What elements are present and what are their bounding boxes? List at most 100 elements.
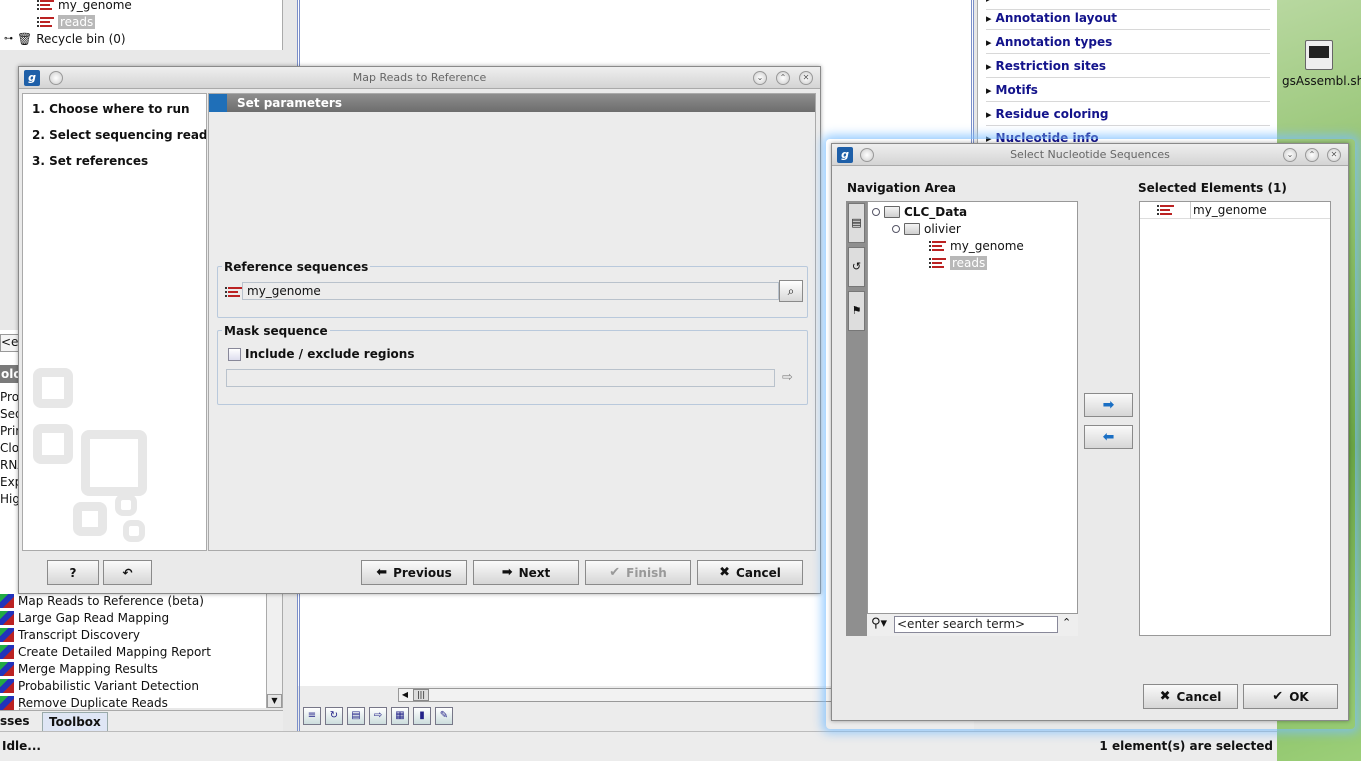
cancel-button[interactable]: ✖ Cancel <box>1143 684 1238 709</box>
decorative-square <box>123 520 145 542</box>
cancel-button[interactable]: ✖ Cancel <box>697 560 803 585</box>
tree-item-reads[interactable]: reads <box>37 13 96 30</box>
step-select-reads: 2. Select sequencing reads <box>32 128 207 142</box>
minimize-icon[interactable]: ⌄ <box>1283 148 1297 162</box>
history-tab-icon[interactable]: ↺ <box>848 247 865 287</box>
expand-toggle-icon[interactable]: ⊶ <box>4 34 13 44</box>
panel-tab-header[interactable]: olo <box>0 365 20 383</box>
collapse-icon[interactable]: ⌃ <box>1062 616 1071 629</box>
vertical-scrollbar[interactable]: ▼ <box>266 592 282 708</box>
minimize-icon[interactable]: ⌄ <box>753 71 767 85</box>
tool-icon <box>0 661 14 676</box>
remove-from-selection-button[interactable]: ⬅ <box>1084 425 1133 449</box>
close-icon[interactable]: ✕ <box>799 71 813 85</box>
truncated-label: Prot <box>0 390 20 404</box>
side-item-annotation-types[interactable]: Annotation types <box>986 30 1270 54</box>
table-view-icon[interactable]: ▦ <box>391 707 409 725</box>
sequence-icon <box>1157 205 1174 215</box>
browse-search-icon[interactable]: ⌕ <box>779 280 803 302</box>
side-item-motifs[interactable]: Motifs <box>986 78 1270 102</box>
dialog-titlebar[interactable]: g Map Reads to Reference ⌄ ⌃ ✕ <box>19 67 820 89</box>
status-text: Idle... <box>2 739 41 753</box>
expand-toggle-icon[interactable] <box>872 207 880 216</box>
tree-item-reads[interactable]: reads <box>929 254 988 271</box>
toolbox-item[interactable]: Transcript Discovery <box>0 626 140 643</box>
toolbox-item[interactable]: Remove Duplicate Reads <box>0 694 168 711</box>
next-button[interactable]: ➡ Next <box>473 560 579 585</box>
tree-item-label: olivier <box>924 221 961 236</box>
tree-item-label: reads <box>950 255 988 270</box>
flag-tab-icon[interactable]: ⚑ <box>848 291 865 331</box>
include-exclude-checkbox[interactable] <box>228 348 241 361</box>
selected-elements-list: my_genome <box>1139 201 1331 636</box>
tree-item-clc-data[interactable]: CLC_Data <box>872 203 967 220</box>
scroll-left-icon[interactable]: ◀ <box>399 689 411 701</box>
sequence-icon <box>37 0 54 10</box>
arrow-right-icon: ➡ <box>1102 397 1115 413</box>
select-sequences-dialog: g Select Nucleotide Sequences ⌄ ⌃ ✕ Navi… <box>831 143 1349 721</box>
arrow-right-icon[interactable]: ⇨ <box>782 370 793 385</box>
annotation-view-icon[interactable]: ⇨ <box>369 707 387 725</box>
navigation-area-label: Navigation Area <box>847 181 957 195</box>
reference-field[interactable]: my_genome <box>242 282 779 300</box>
maximize-icon[interactable]: ⌃ <box>1305 148 1319 162</box>
close-icon[interactable]: ✕ <box>1327 148 1341 162</box>
mask-field[interactable] <box>226 369 775 387</box>
toolbox-item[interactable]: Probabilistic Variant Detection <box>0 677 199 694</box>
help-button[interactable]: ? <box>47 560 99 585</box>
tree-item-label: reads <box>58 14 96 29</box>
sequence-view-icon[interactable]: ≡ <box>303 707 321 725</box>
tree-item-recycle-bin[interactable]: ⊶ 🗑 Recycle bin (0) <box>4 30 126 47</box>
expand-toggle-icon[interactable] <box>892 224 900 233</box>
tab-toolbox[interactable]: Toolbox <box>42 712 108 731</box>
tree-item-olivier[interactable]: olivier <box>892 220 961 237</box>
side-item-residue-coloring[interactable]: Residue coloring <box>986 102 1270 126</box>
tool-icon <box>0 627 14 642</box>
side-item-annotation-layout[interactable]: Annotation layout <box>986 6 1270 30</box>
circular-view-icon[interactable]: ↻ <box>325 707 343 725</box>
truncated-field[interactable]: <e <box>0 334 20 352</box>
group-title: Reference sequences <box>222 260 371 274</box>
ok-button[interactable]: ✔ OK <box>1243 684 1338 709</box>
cross-icon: ✖ <box>1159 689 1171 704</box>
dialog-titlebar[interactable]: g Select Nucleotide Sequences ⌄ ⌃ ✕ <box>832 144 1348 166</box>
tree-item-my-genome[interactable]: my_genome <box>929 237 1024 254</box>
sequence-icon <box>37 16 54 27</box>
search-icon[interactable]: ⚲▾ <box>871 616 887 631</box>
cross-icon: ✖ <box>719 565 731 580</box>
tree-item-my-genome[interactable]: my_genome <box>37 0 132 13</box>
toolbox-item[interactable]: Create Detailed Mapping Report <box>0 643 211 660</box>
decorative-square <box>81 430 147 496</box>
wizard-content: Set parameters Reference sequences my_ge… <box>208 93 816 551</box>
toolbox-item[interactable]: Map Reads to Reference (beta) <box>0 592 204 609</box>
reset-button[interactable]: ↶ <box>103 560 152 585</box>
arrow-left-icon: ⬅ <box>1102 429 1115 445</box>
mask-sequence-group: Mask sequence Include / exclude regions … <box>217 324 808 405</box>
finish-button[interactable]: ✔ Finish <box>585 560 691 585</box>
sequence-icon <box>929 240 946 251</box>
side-item-restriction-sites[interactable]: Restriction sites <box>986 54 1270 78</box>
previous-button[interactable]: ⬅ Previous <box>361 560 467 585</box>
book-view-icon[interactable]: ▮ <box>413 707 431 725</box>
toolbox-item[interactable]: Large Gap Read Mapping <box>0 609 169 626</box>
tab-processes[interactable]: sses <box>0 712 36 731</box>
folders-tab-icon[interactable]: ▤ <box>848 203 865 243</box>
map-reads-dialog: g Map Reads to Reference ⌄ ⌃ ✕ 1. Choose… <box>18 66 821 594</box>
search-input[interactable]: <enter search term> <box>894 616 1058 633</box>
step-choose-where: 1. Choose where to run <box>32 102 190 116</box>
scroll-thumb[interactable]: ||| <box>413 689 429 701</box>
terminal-icon[interactable] <box>1305 40 1333 70</box>
list-item[interactable]: my_genome <box>1140 202 1330 219</box>
text-view-icon[interactable]: ▤ <box>347 707 365 725</box>
arrow-right-icon: ➡ <box>501 565 513 580</box>
bottom-tabs: sses Toolbox <box>0 710 283 731</box>
arrow-left-icon: ⬅ <box>376 565 388 580</box>
truncated-label: Prim <box>0 424 20 438</box>
dialog-title: Select Nucleotide Sequences <box>1010 148 1170 161</box>
add-to-selection-button[interactable]: ➡ <box>1084 393 1133 417</box>
history-view-icon[interactable]: ✎ <box>435 707 453 725</box>
maximize-icon[interactable]: ⌃ <box>776 71 790 85</box>
toolbox-list: Map Reads to Reference (beta) Large Gap … <box>0 592 283 711</box>
toolbox-item[interactable]: Merge Mapping Results <box>0 660 158 677</box>
scroll-down-icon[interactable]: ▼ <box>267 694 282 708</box>
